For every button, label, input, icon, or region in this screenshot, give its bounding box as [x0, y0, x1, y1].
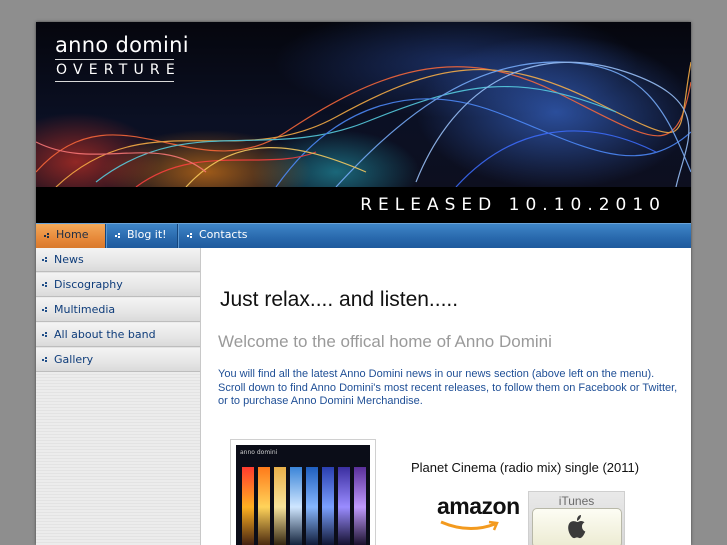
topnav-item-blog[interactable]: Blog it!	[107, 224, 177, 248]
nav-bullet-icon	[42, 332, 49, 338]
release-bar: RELEASED 10.10.2010	[36, 187, 691, 223]
release-text-inner: RELEASED 10.10.2010	[360, 195, 666, 215]
topnav-label: Contacts	[199, 228, 248, 241]
logo-divider-top	[55, 59, 174, 60]
header-banner: anno domini OVERTURE	[36, 22, 691, 187]
album-cover-frame[interactable]: anno domini	[230, 439, 376, 545]
sidebar-item-label: News	[54, 253, 84, 266]
album-strip	[290, 467, 302, 545]
page-headline: Just relax.... and listen.....	[220, 288, 459, 311]
sidebar-item-label: Multimedia	[54, 303, 116, 316]
sidebar-item-multimedia[interactable]: Multimedia	[36, 298, 200, 322]
logo-subtitle: OVERTURE	[56, 62, 181, 78]
album-cover-image: anno domini	[236, 445, 370, 545]
welcome-heading: Welcome to the offical home of Anno Domi…	[218, 332, 552, 351]
nav-bullet-icon	[42, 357, 49, 363]
album-strip	[306, 467, 318, 545]
album-strip	[274, 467, 286, 545]
nav-bullet-icon	[115, 233, 122, 239]
page-container: anno domini OVERTURE RELEASED 10.10.2010…	[36, 22, 691, 545]
nav-bullet-icon	[42, 257, 49, 263]
sidebar-item-about-band[interactable]: All about the band	[36, 323, 200, 347]
sidebar-item-news[interactable]: News	[36, 248, 200, 272]
album-strip	[354, 467, 366, 545]
release-date-text: RELEASED 10.10.2010	[360, 195, 666, 215]
sidebar-item-label: Discography	[54, 278, 123, 291]
sidebar-item-label: Gallery	[54, 353, 94, 366]
logo-divider-bottom	[55, 81, 174, 82]
album-strip	[258, 467, 270, 545]
itunes-button	[532, 508, 622, 545]
sidebar: News Discography Multimedia All about th…	[36, 248, 201, 545]
amazon-smile-icon	[440, 520, 499, 531]
sidebar-item-gallery[interactable]: Gallery	[36, 348, 200, 372]
itunes-label: iTunes	[558, 494, 595, 508]
topnav-item-contacts[interactable]: Contacts	[179, 224, 269, 248]
apple-logo-icon	[568, 515, 586, 539]
nav-bullet-icon	[187, 233, 194, 239]
album-strip	[338, 467, 350, 545]
album-cover-label: anno domini	[240, 449, 278, 456]
album-strip	[322, 467, 334, 545]
itunes-link[interactable]: iTunes	[528, 491, 625, 545]
sidebar-item-label: All about the band	[54, 328, 156, 341]
nav-bullet-icon	[42, 282, 49, 288]
main-content: Just relax.... and listen..... Welcome t…	[201, 248, 691, 545]
topnav-label: Home	[56, 228, 89, 241]
single-title: Planet Cinema (radio mix) single (2011)	[411, 460, 640, 475]
album-strip	[242, 467, 254, 545]
nav-bullet-icon	[42, 307, 49, 313]
top-nav: Home Blog it! Contacts	[36, 223, 691, 248]
topnav-item-home[interactable]: Home	[36, 224, 105, 248]
intro-paragraph: You will find all the latest Anno Domini…	[218, 368, 678, 407]
sidebar-item-discography[interactable]: Discography	[36, 273, 200, 297]
topnav-label: Blog it!	[127, 228, 167, 241]
nav-bullet-icon	[44, 233, 51, 239]
logo-title: anno domini	[55, 33, 189, 57]
amazon-link[interactable]: amazon	[437, 493, 520, 520]
